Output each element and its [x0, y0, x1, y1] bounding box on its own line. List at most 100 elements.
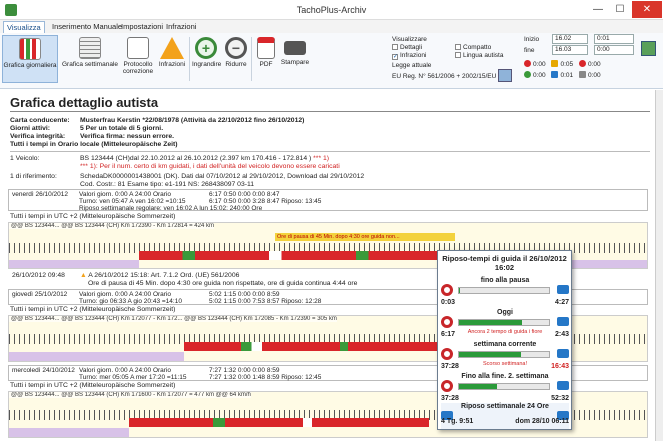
maximize-button[interactable]: ☐ [610, 1, 630, 18]
expand-icon[interactable] [498, 69, 512, 82]
timezone-note: Tutti i tempi in Orario locale (Mitteleu… [10, 141, 178, 148]
rest-bar [9, 260, 139, 268]
steering-wheel-icon [441, 284, 453, 296]
popup-title: Riposo-tempi di guida il 26/10/2012 16:0… [442, 254, 567, 272]
start-date-input[interactable]: 16.02 [552, 34, 588, 44]
option-compact[interactable]: Compatto [455, 44, 503, 52]
popup-row: settimana corrente Scorso settimana! 37:… [441, 341, 569, 370]
warning-icon [160, 37, 184, 59]
activity-bar [139, 251, 449, 260]
day-utc-note: Tutti i tempi in UTC +2 (Mitteleuropäisc… [10, 213, 176, 220]
minimize-button[interactable]: — [588, 1, 608, 18]
end-date-input[interactable]: 16.03 [552, 45, 588, 55]
chart-legend: @@ BS 123444... @@ BS 123444 (CH) Km 172… [9, 223, 214, 229]
day-stats-2: 7:27 1:32 0:00 1:48 8:59 Riposo: 12:45 [209, 374, 322, 381]
progress-fill [459, 320, 522, 325]
popup-progress [458, 319, 550, 326]
popup-progress [458, 351, 550, 358]
menu-impostazioni[interactable]: Impostazioni [118, 21, 166, 33]
progress-fill [459, 288, 460, 293]
daily-chart-button[interactable]: Grafica giornaliera [2, 35, 58, 83]
violation-band: Ore di pausa di 45 Min. dopo 4:30 ore gu… [275, 233, 455, 241]
reference-value: SchedaDK0000001438001 (DK). Dati dal 07/… [80, 173, 365, 180]
divider [10, 111, 650, 112]
window-title: TachoPlus-Archiv [296, 5, 367, 15]
title-bar: TachoPlus-Archiv — ☐ ✕ [0, 0, 663, 20]
display-options-2: Compatto Lingua autista [455, 44, 503, 60]
vehicle-warning: *** 1): Per il num. certo di km guidati,… [80, 163, 340, 170]
vehicle-label: 1 Veicolo: [10, 155, 40, 162]
end-time-input[interactable]: 0:00 [594, 45, 634, 55]
steering-wheel-icon [441, 348, 453, 360]
reference-label: 1 di riferimento: [10, 173, 57, 180]
export-icon[interactable] [641, 41, 656, 56]
report-title: Grafica dettaglio autista [10, 95, 159, 110]
popup-row-weekly-rest: Riposo settimanale 24 Ore 4 Tg. 9:51 dom… [441, 403, 569, 429]
active-days-label: Giorni attivi: [10, 125, 51, 132]
popup-progress [458, 383, 550, 390]
print-button[interactable]: Stampare [280, 35, 310, 83]
zoom-out-button[interactable]: − Ridurre [222, 35, 250, 83]
ribbon-separator [189, 37, 190, 81]
totals-row-2: 0:00 0:01 0:00 [524, 71, 601, 80]
other-icon [578, 71, 586, 78]
current-law-value: EU Reg. N° 561/2006 + 2002/15/EU [392, 73, 497, 80]
zoom-out-icon: − [225, 37, 247, 59]
popup-row: Fino alla fine. 2. settimana 37:28 52:32 [441, 373, 569, 402]
current-law-label: Legge attuale [392, 62, 432, 69]
work-icon [551, 60, 559, 67]
driver-language-checkbox[interactable] [455, 52, 461, 58]
start-time-input[interactable]: 0:01 [594, 34, 634, 44]
vehicle-line: BS 123444 (CH)dal 22.10.2012 al 26.10.20… [80, 155, 330, 162]
correction-log-button[interactable]: Protocollo correzione [120, 35, 156, 83]
totals-row-1: 0:00 0:05 0:00 [524, 60, 601, 69]
close-button[interactable]: ✕ [632, 1, 662, 18]
popup-progress [458, 287, 550, 294]
chart-legend: @@ BS 123444... @@ BS 123444 (CH) Km 172… [9, 316, 337, 322]
zoom-in-icon: + [195, 37, 217, 59]
rest-bar [9, 352, 184, 361]
divider [10, 151, 650, 152]
progress-fill [459, 384, 497, 389]
bed-icon [557, 349, 569, 358]
violation-date: 26/10/2012 09:48 [12, 272, 65, 279]
drive-icon [524, 60, 531, 67]
day-stats-2: 6:17 0:50 0:00 3:28 8:47 Riposo: 13:45 [209, 198, 322, 205]
pdf-button[interactable]: PDF [254, 35, 278, 83]
details-checkbox[interactable] [392, 44, 398, 50]
progress-fill [459, 352, 522, 357]
menu-inserimento-manuale[interactable]: Inserimento Manuale [49, 21, 125, 33]
steering-wheel-icon [441, 380, 453, 392]
weekly-chart-button[interactable]: Grafica settimanale [62, 35, 118, 83]
tools-icon [524, 71, 531, 78]
active-days-value: 5 Per un totale di 5 giorni. [80, 125, 164, 132]
activity-bar [129, 418, 429, 427]
option-driver-language[interactable]: Lingua autista [455, 52, 503, 60]
rest-driving-popup: Riposo-tempi di guida il 26/10/2012 16:0… [437, 250, 572, 430]
document-icon [127, 37, 149, 59]
pdf-icon [257, 37, 275, 59]
violations-checkbox[interactable] [392, 54, 398, 60]
menu-visualizza[interactable]: Visualizza [3, 21, 45, 33]
day-date: giovedì 25/10/2012 [12, 291, 68, 298]
ribbon: Grafica giornaliera Grafica settimanale … [0, 33, 663, 89]
compact-checkbox[interactable] [455, 44, 461, 50]
reference-value-2: Cod. Costr.: 81 Esame tipo: e1-191 NS: 2… [80, 181, 255, 188]
vertical-scrollbar[interactable] [655, 90, 663, 441]
visualize-label: Visualizzare [392, 36, 427, 43]
violation-icon [578, 60, 586, 67]
menu-infrazioni[interactable]: Infrazioni [163, 21, 199, 33]
zoom-in-button[interactable]: + Ingrandire [192, 35, 221, 83]
daily-chart-icon [19, 38, 41, 60]
integrity-label: Verifica integrità: [10, 133, 66, 140]
ribbon-separator [251, 37, 252, 81]
printer-icon [284, 41, 306, 55]
integrity-value: Verifica firma: nessun errore. [80, 133, 175, 140]
violation-detail: Ore di pausa di 45 Min. dopo 4:30 ore gu… [88, 280, 358, 287]
violations-button[interactable]: Infrazioni [156, 35, 188, 83]
day-date: venerdì 26/10/2012 [12, 191, 69, 198]
activity-bar [184, 342, 444, 351]
steering-wheel-icon [441, 316, 453, 328]
start-label: Inizio [524, 36, 540, 43]
rest-bar [9, 428, 129, 437]
